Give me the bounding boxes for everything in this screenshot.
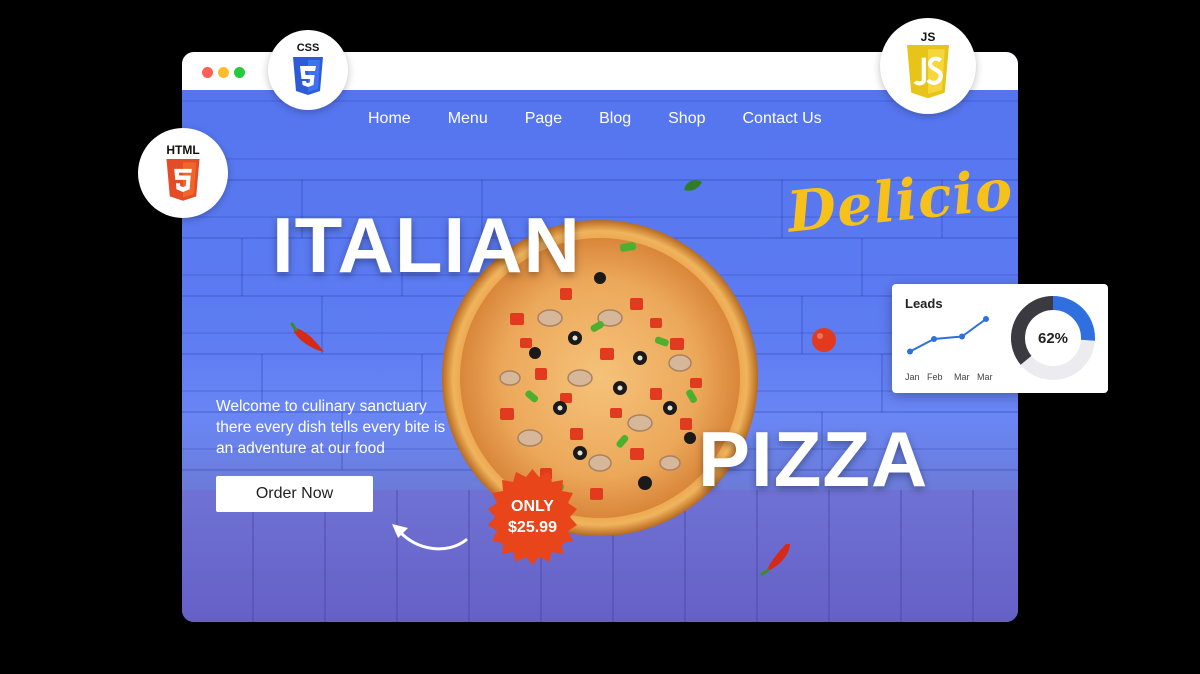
main-nav: Home Menu Page Blog Shop Contact Us — [368, 110, 859, 128]
nav-item-page[interactable]: Page — [525, 110, 562, 128]
month-label: Feb — [927, 372, 943, 382]
html5-icon — [166, 158, 200, 201]
donut-percent-label: 62% — [1037, 330, 1069, 347]
leads-series-line — [909, 318, 987, 353]
html-label: HTML — [166, 142, 200, 157]
leads-data-point — [931, 336, 937, 342]
nav-item-shop[interactable]: Shop — [668, 110, 705, 128]
window-close-dot[interactable] — [202, 67, 213, 78]
hero-title-italian: ITALIAN — [272, 201, 581, 289]
curved-arrow-icon — [392, 524, 468, 551]
css-label: CSS — [296, 42, 320, 54]
hero-tagline: Welcome to culinary sanctuary there ever… — [216, 398, 446, 457]
basil-leaf-icon — [684, 180, 702, 191]
window-minimize-dot[interactable] — [218, 67, 229, 78]
chili-icon — [290, 322, 324, 352]
leads-card: Leads Jan Feb Mar Mar 62% — [892, 284, 1108, 393]
html-badge: HTML — [138, 128, 228, 218]
leads-data-point — [983, 316, 989, 322]
leads-line-chart — [907, 316, 989, 355]
window-maximize-dot[interactable] — [234, 67, 245, 78]
nav-item-menu[interactable]: Menu — [448, 110, 488, 128]
badge-only-label: ONLY — [511, 498, 554, 515]
month-label: Jan — [905, 372, 920, 382]
js-icon — [907, 45, 949, 99]
leads-data-point — [959, 333, 965, 340]
hero-title-pizza: PIZZA — [698, 415, 929, 503]
month-label: Mar — [977, 372, 993, 382]
nav-item-contact-us[interactable]: Contact Us — [743, 110, 822, 128]
js-label: JS — [920, 30, 936, 44]
css3-icon — [293, 57, 323, 95]
nav-item-home[interactable]: Home — [368, 110, 411, 128]
chili-icon — [760, 544, 790, 576]
leads-data-point — [907, 348, 913, 355]
price-badge-text: ONLY $25.99 — [481, 469, 584, 565]
badge-price: $25.99 — [508, 519, 557, 536]
month-label: Mar — [954, 372, 970, 382]
tomato-icon — [812, 328, 836, 352]
js-badge: JS — [880, 18, 976, 114]
nav-item-blog[interactable]: Blog — [599, 110, 631, 128]
order-now-button[interactable]: Order Now — [216, 476, 373, 512]
css-badge: CSS — [268, 30, 348, 110]
